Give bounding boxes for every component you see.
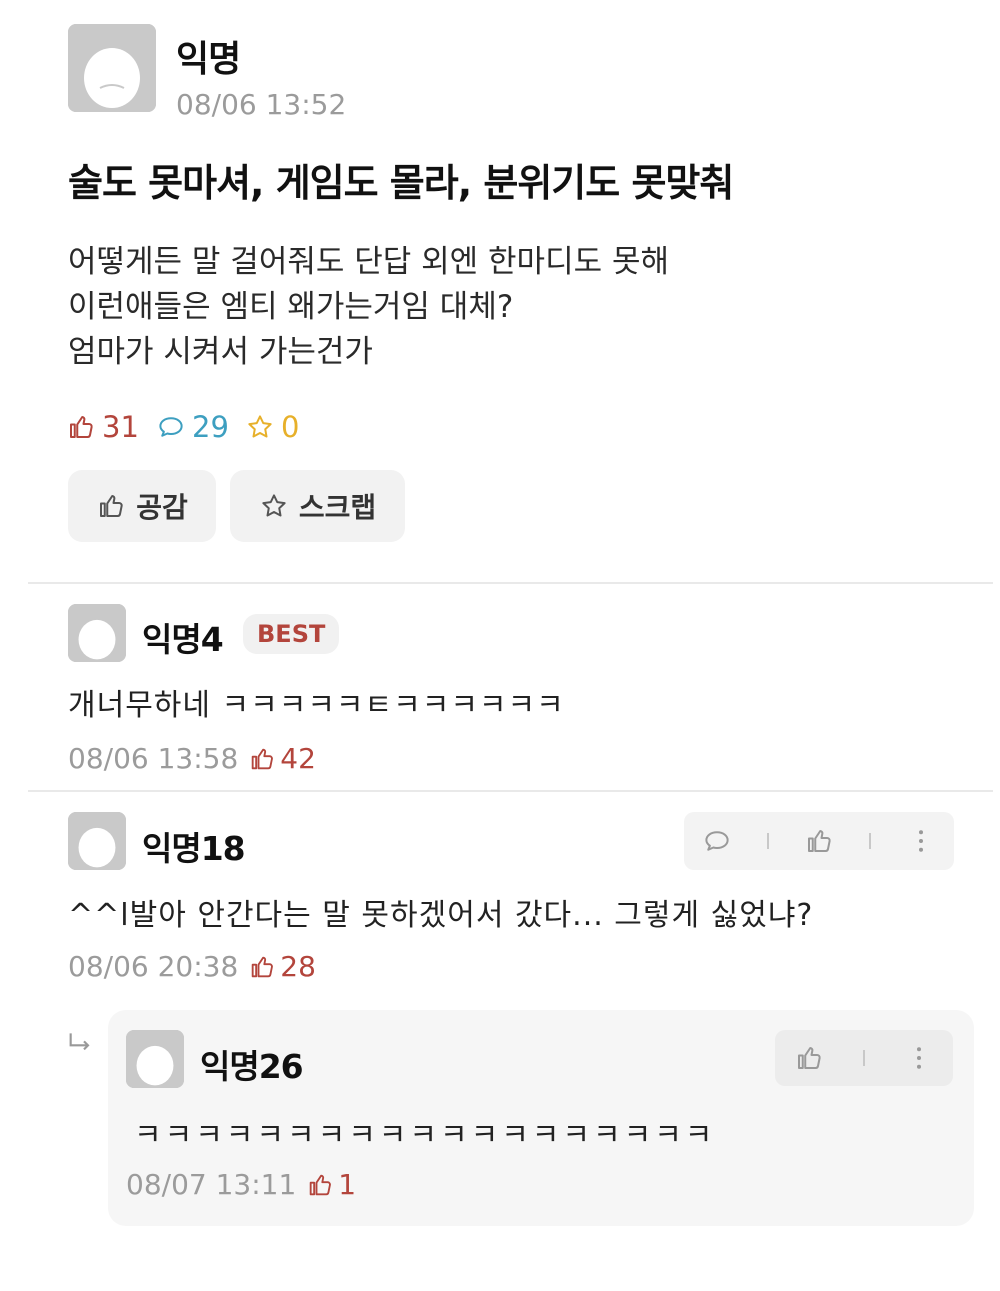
post-title: 술도 못마셔, 게임도 몰라, 분위기도 못맞춰 [68,161,734,205]
avatar-placeholder-icon [68,812,126,870]
separator [869,833,872,849]
best-badge: BEST [243,614,340,654]
comment-meta: 08/06 13:58 42 [68,742,316,775]
post-author-name: 익명 [176,39,241,80]
comment-like-count: 28 [248,950,316,983]
reply-author: 익명26 [200,1047,304,1086]
star-icon [262,494,286,517]
reply-arrow-icon [69,1033,90,1051]
like-button-label: 공감 [136,491,188,524]
comment-actions [684,812,954,870]
post-author-avatar [68,24,156,112]
reply-text: ㅋㅋㅋㅋㅋㅋㅋㅋㅋㅋㅋㅋㅋㅋㅋㅋㅋㅋㅋ [134,1118,716,1153]
post-comment-count: 29 [156,410,229,444]
thumbs-up-icon [252,748,274,769]
comment-author: 익명4 [142,620,224,659]
post-comment-value: 29 [192,410,229,444]
comment-avatar [68,812,126,870]
post-timestamp: 08/06 13:52 [176,88,347,121]
comment-timestamp: 08/06 20:38 [68,950,239,983]
comment-avatar [68,604,126,662]
separator [766,833,769,849]
comment-timestamp: 08/06 13:58 [68,742,239,775]
post-divider [28,582,993,584]
reply-actions [775,1030,953,1086]
thumbs-up-icon [70,416,93,438]
reply-like-value: 1 [338,1168,357,1201]
separator [862,1050,865,1066]
post-like-count: 31 [66,410,139,444]
reply-like-count: 1 [306,1168,356,1201]
post-body-line-2: 이런애들은 엠티 왜가는거임 대체? [68,289,514,325]
more-vertical-icon[interactable] [906,826,936,856]
comment-text: ^^l발아 안간다는 말 못하겠어서 갔다... 그렇게 싫었냐? [68,898,814,933]
post-scrap-count: 0 [245,410,299,444]
thumbs-up-icon [100,495,123,517]
more-vertical-icon[interactable] [904,1043,934,1073]
post-body-line-3: 엄마가 시켜서 가는건가 [68,334,373,370]
reply-timestamp: 08/07 13:11 [126,1168,297,1201]
reply-meta: 08/07 13:11 1 [126,1168,356,1201]
star-icon [248,415,272,438]
post-body-line-1: 어떻게든 말 걸어줘도 단답 외엔 한마디도 못해 [68,244,670,280]
comment-divider [28,790,993,792]
thumbs-up-icon [310,1174,332,1195]
scrap-button[interactable]: 스크랩 [230,470,405,542]
thumbs-up-icon[interactable] [804,826,834,856]
avatar-placeholder-icon [68,24,156,112]
comment-text: 개너무하네 ㅋㅋㅋㅋㅋㅌㅋㅋㅋㅋㅋㅋ [68,688,565,723]
comment-like-value: 28 [280,950,316,983]
post-scrap-value: 0 [281,410,300,444]
avatar-placeholder-icon [126,1030,184,1088]
comment-meta: 08/06 20:38 28 [68,950,316,983]
thumbs-up-icon [252,956,274,977]
reply-avatar [126,1030,184,1088]
comment-bubble-icon[interactable] [702,826,732,856]
comment-like-value: 42 [280,742,316,775]
comment-author: 익명18 [142,829,246,868]
avatar-placeholder-icon [68,604,126,662]
like-button[interactable]: 공감 [68,470,216,542]
post-like-value: 31 [102,410,139,444]
comment-like-count: 42 [248,742,316,775]
comment-bubble-icon [159,417,183,437]
thumbs-up-icon[interactable] [794,1043,824,1073]
scrap-button-label: 스크랩 [298,491,377,524]
